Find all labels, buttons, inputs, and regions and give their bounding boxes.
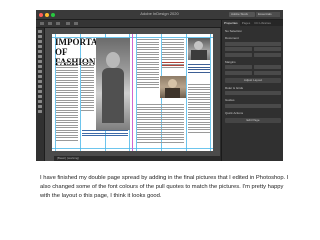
body-text-column	[188, 84, 210, 134]
pull-quote	[82, 130, 128, 144]
properties-panel: Properties Pages CC Libraries No Selecti…	[221, 20, 283, 161]
section-quick-actions: Quick Actions	[225, 110, 244, 115]
rectangle-frame-tool-icon[interactable]	[38, 70, 42, 73]
title-bar: Adobe InDesign 2020 Adobe Stock Essentia…	[36, 10, 283, 20]
feature-photo	[160, 76, 186, 98]
control-icon[interactable]	[56, 22, 60, 25]
pencil-tool-icon[interactable]	[38, 65, 42, 68]
stock-search-input[interactable]: Adobe Stock	[229, 11, 255, 17]
eyedropper-tool-icon[interactable]	[38, 100, 42, 103]
body-text-column	[137, 39, 159, 89]
adjust-layout-button[interactable]: Adjust Layout	[225, 77, 281, 83]
document-canvas[interactable]: IMPORTANCE OF FASHION [Basic] (working)	[45, 28, 229, 161]
page-tool-icon[interactable]	[38, 40, 42, 43]
line-tool-icon[interactable]	[38, 55, 42, 58]
control-icon[interactable]	[66, 22, 70, 25]
margin-fields[interactable]	[225, 65, 281, 69]
panel-tabs: Properties Pages CC Libraries	[222, 20, 283, 26]
tab-pages[interactable]: Pages	[240, 20, 253, 26]
status-bar: [Basic] (working)	[54, 156, 229, 161]
rectangle-tool-icon[interactable]	[38, 75, 42, 78]
left-page[interactable]: IMPORTANCE OF FASHION	[52, 34, 132, 151]
gap-tool-icon[interactable]	[38, 45, 42, 48]
type-tool-icon[interactable]	[38, 50, 42, 53]
app-screenshot: Adobe InDesign 2020 Adobe Stock Essentia…	[36, 10, 283, 161]
section-document: Document	[225, 36, 239, 40]
control-icon[interactable]	[40, 22, 44, 25]
body-text-column	[137, 104, 184, 144]
scissors-tool-icon[interactable]	[38, 80, 42, 83]
tab-cc-libraries[interactable]: CC Libraries	[252, 20, 273, 26]
selection-tool-icon[interactable]	[38, 30, 42, 33]
control-icon[interactable]	[48, 22, 52, 25]
hand-tool-icon[interactable]	[38, 105, 42, 108]
feature-photo	[188, 38, 210, 60]
section-margins: Margins	[225, 59, 236, 64]
zoom-tool-icon[interactable]	[38, 110, 42, 113]
tools-panel	[36, 28, 45, 161]
ruler-fields[interactable]	[225, 91, 281, 95]
gradient-tool-icon[interactable]	[38, 90, 42, 93]
caption-text: I have finished my double page spread by…	[40, 174, 290, 201]
right-page[interactable]	[133, 34, 213, 151]
section-guides: Guides	[225, 98, 235, 102]
document-fields[interactable]	[225, 41, 281, 46]
edit-page-button[interactable]: Edit Page	[225, 117, 281, 123]
free-transform-tool-icon[interactable]	[38, 85, 42, 88]
caption-paragraph: I have finished my double page spread by…	[40, 175, 289, 199]
feature-photo	[96, 38, 130, 130]
document-fields[interactable]	[225, 47, 281, 51]
pen-tool-icon[interactable]	[38, 60, 42, 63]
section-no-selection: No Selection	[225, 29, 243, 33]
body-text-column	[81, 62, 94, 112]
document-fields[interactable]	[225, 52, 281, 57]
note-tool-icon[interactable]	[38, 95, 42, 98]
guide-fields[interactable]	[225, 103, 281, 108]
section-ruler-grids: Ruler & Grids	[225, 85, 244, 90]
pull-quote	[188, 64, 210, 80]
margin-fields[interactable]	[225, 70, 281, 75]
body-text-column	[56, 62, 78, 142]
control-bar	[36, 20, 226, 28]
pull-quote	[162, 62, 184, 72]
tab-properties[interactable]: Properties	[222, 20, 240, 26]
control-icon[interactable]	[74, 22, 78, 25]
workspace-switcher[interactable]: Essentials	[256, 11, 280, 17]
direct-selection-tool-icon[interactable]	[38, 35, 42, 38]
